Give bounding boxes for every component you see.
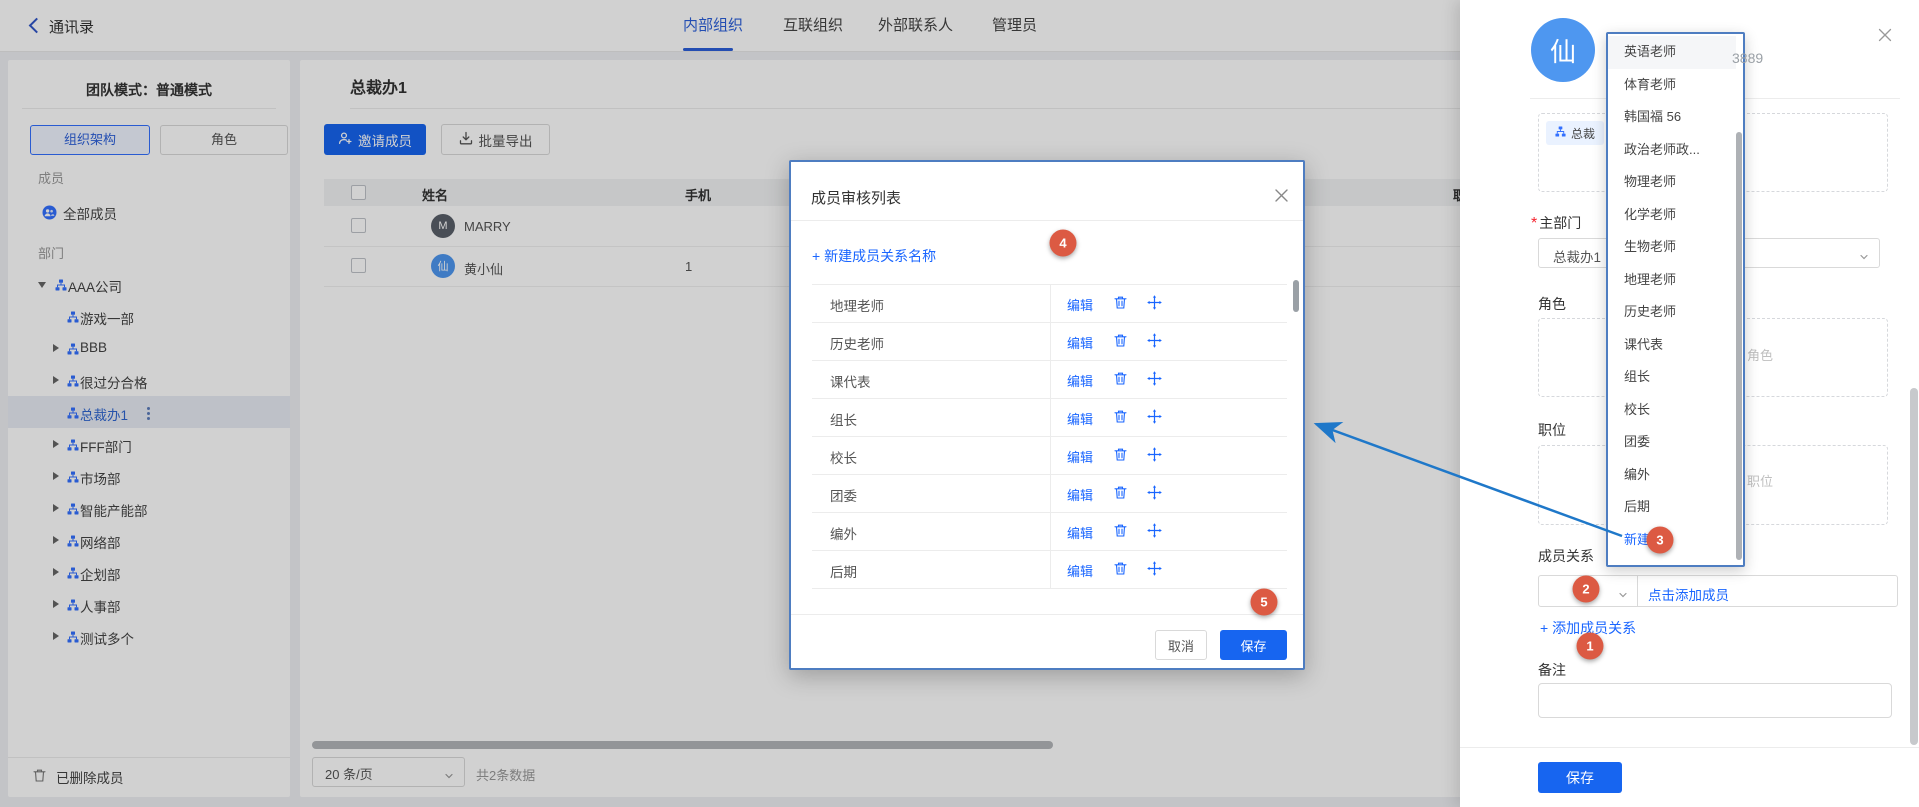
dropdown-item[interactable]: 后期 <box>1608 491 1736 524</box>
edit-link[interactable]: 编辑 <box>1067 409 1093 428</box>
move-icon[interactable] <box>1147 333 1162 348</box>
move-icon[interactable] <box>1147 295 1162 310</box>
page-scrollbar[interactable] <box>1910 388 1918 745</box>
modal-save-button[interactable]: 保存 <box>1220 630 1287 660</box>
position-label: 职位 <box>1538 420 1566 440</box>
relation-name: 团委 <box>830 485 857 505</box>
annotation-badge-3: 3 <box>1647 527 1674 554</box>
add-member-link[interactable]: 点击添加成员 <box>1648 584 1729 604</box>
dropdown-scrollbar[interactable] <box>1736 132 1742 560</box>
divider <box>791 220 1303 221</box>
dropdown-item[interactable]: 体育老师 <box>1608 69 1736 102</box>
annotation-badge-1: 1 <box>1577 633 1604 660</box>
relation-row: 历史老师 编辑 <box>812 322 1287 361</box>
divider <box>1460 747 1919 748</box>
trash-icon[interactable] <box>1113 371 1128 386</box>
relation-row: 校长 编辑 <box>812 436 1287 475</box>
edit-link[interactable]: 编辑 <box>1067 371 1093 390</box>
trash-icon[interactable] <box>1113 409 1128 424</box>
add-member-box[interactable]: 点击添加成员 <box>1637 575 1898 607</box>
trash-icon[interactable] <box>1113 333 1128 348</box>
move-icon[interactable] <box>1147 447 1162 462</box>
move-icon[interactable] <box>1147 409 1162 424</box>
move-icon[interactable] <box>1147 371 1162 386</box>
required-asterisk: * <box>1531 215 1537 232</box>
edit-link[interactable]: 编辑 <box>1067 523 1093 542</box>
dropdown-item[interactable]: 地理老师 <box>1608 264 1736 297</box>
annotation-badge-2: 2 <box>1573 576 1600 603</box>
relation-name: 地理老师 <box>830 295 884 315</box>
edit-link[interactable]: 编辑 <box>1067 333 1093 352</box>
relation-name: 课代表 <box>830 371 871 391</box>
edit-link[interactable]: 编辑 <box>1067 295 1093 314</box>
relation-label: 成员关系 <box>1538 546 1594 566</box>
dropdown-item[interactable]: 校长 <box>1608 394 1736 427</box>
dropdown-item[interactable]: 政治老师政... <box>1608 134 1736 167</box>
org-icon <box>1555 126 1566 140</box>
create-relation-name-link[interactable]: + 新建成员关系名称 <box>812 246 936 266</box>
dropdown-item[interactable]: 编外 <box>1608 459 1736 492</box>
divider <box>791 614 1303 615</box>
chevron-down-icon <box>1859 249 1869 267</box>
panel-close-icon[interactable] <box>1877 27 1893 48</box>
modal-title: 成员审核列表 <box>811 187 901 208</box>
role-label: 角色 <box>1538 294 1566 314</box>
relation-name: 组长 <box>830 409 857 429</box>
trash-icon[interactable] <box>1113 485 1128 500</box>
edit-link[interactable]: 编辑 <box>1067 561 1093 580</box>
role-placeholder: 角色 <box>1747 345 1773 364</box>
primary-dept-value: 总裁办1 <box>1553 246 1601 266</box>
relation-row: 组长 编辑 <box>812 398 1287 437</box>
dropdown-item[interactable]: 组长 <box>1608 361 1736 394</box>
dropdown-item[interactable]: 生物老师 <box>1608 231 1736 264</box>
relation-row: 地理老师 编辑 <box>812 284 1287 323</box>
department-tag[interactable]: 总裁 <box>1546 121 1604 145</box>
cancel-button[interactable]: 取消 <box>1155 630 1207 660</box>
relation-row: 后期 编辑 <box>812 550 1287 589</box>
position-placeholder: 职位 <box>1747 471 1773 490</box>
dropdown-item[interactable]: 化学老师 <box>1608 199 1736 232</box>
dropdown-item[interactable]: 英语老师 <box>1608 36 1736 69</box>
relation-row: 课代表 编辑 <box>812 360 1287 399</box>
edit-link[interactable]: 编辑 <box>1067 485 1093 504</box>
department-tag-label: 总裁 <box>1571 125 1595 142</box>
dropdown-item[interactable]: 物理老师 <box>1608 166 1736 199</box>
member-review-modal: 成员审核列表 + 新建成员关系名称 地理老师编辑历史老师编辑课代表编辑组长编辑校… <box>789 160 1305 670</box>
trash-icon[interactable] <box>1113 447 1128 462</box>
relation-row: 团委 编辑 <box>812 474 1287 513</box>
annotation-badge-4: 4 <box>1050 230 1077 257</box>
relation-dropdown: 英语老师体育老师韩国福 56政治老师政...物理老师化学老师生物老师地理老师历史… <box>1606 32 1745 567</box>
move-icon[interactable] <box>1147 561 1162 576</box>
trash-icon[interactable] <box>1113 295 1128 310</box>
remark-input[interactable] <box>1538 683 1892 718</box>
trash-icon[interactable] <box>1113 561 1128 576</box>
relation-name: 后期 <box>830 561 857 581</box>
phone-fragment: 3889 <box>1732 50 1763 66</box>
dropdown-item[interactable]: 课代表 <box>1608 329 1736 362</box>
dropdown-item[interactable]: 韩国福 56 <box>1608 101 1736 134</box>
modal-close-icon[interactable] <box>1274 188 1289 208</box>
dropdown-item[interactable]: 团委 <box>1608 426 1736 459</box>
panel-save-button[interactable]: 保存 <box>1538 762 1622 793</box>
modal-scrollbar[interactable] <box>1293 280 1299 312</box>
trash-icon[interactable] <box>1113 523 1128 538</box>
edit-link[interactable]: 编辑 <box>1067 447 1093 466</box>
remark-label: 备注 <box>1538 660 1566 680</box>
dropdown-item[interactable]: 历史老师 <box>1608 296 1736 329</box>
primary-dept-label: *主部门 <box>1531 213 1581 233</box>
member-avatar: 仙 <box>1531 18 1595 82</box>
relation-name: 校长 <box>830 447 857 467</box>
move-icon[interactable] <box>1147 485 1162 500</box>
annotation-badge-5: 5 <box>1251 589 1278 616</box>
relation-name: 编外 <box>830 523 857 543</box>
chevron-down-icon <box>1618 587 1628 605</box>
relation-row: 编外 编辑 <box>812 512 1287 551</box>
move-icon[interactable] <box>1147 523 1162 538</box>
relation-name: 历史老师 <box>830 333 884 353</box>
